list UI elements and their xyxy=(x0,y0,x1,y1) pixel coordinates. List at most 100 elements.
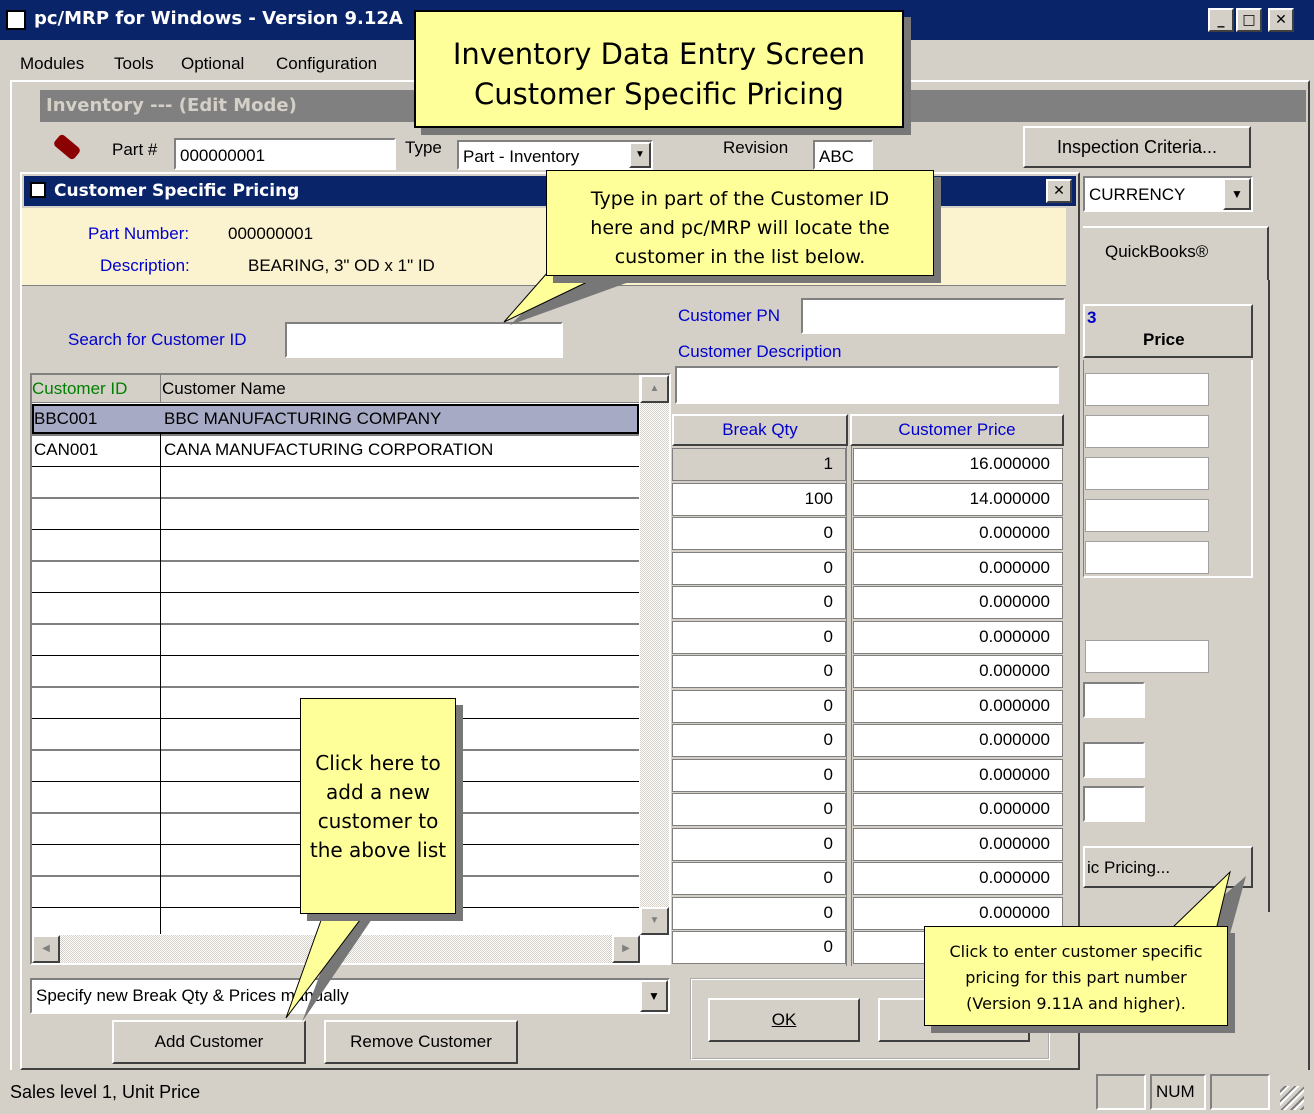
menu-modules[interactable]: Modules xyxy=(20,54,84,74)
customer-price-cell[interactable]: 0.000000 xyxy=(853,793,1063,826)
vertical-scrollbar[interactable]: ▲ ▼ xyxy=(640,375,669,935)
break-qty-cell[interactable]: 0 xyxy=(672,758,846,792)
maximize-button[interactable]: □ xyxy=(1236,8,1262,32)
customer-price-cell[interactable]: 0.000000 xyxy=(853,586,1063,619)
break-qty-cell[interactable]: 0 xyxy=(672,931,846,964)
price-cell[interactable] xyxy=(1085,541,1209,574)
customer-price-cell[interactable]: 0.000000 xyxy=(853,655,1063,688)
field-box[interactable] xyxy=(1083,682,1145,718)
scroll-down-icon[interactable]: ▼ xyxy=(640,907,669,935)
customer-price-cell[interactable]: 0.000000 xyxy=(853,689,1063,723)
resize-grip-icon[interactable] xyxy=(1280,1086,1304,1110)
break-qty-cell[interactable]: 0 xyxy=(672,793,846,826)
customer-price-cell[interactable]: 0.000000 xyxy=(853,551,1063,585)
break-qty-cell[interactable]: 0 xyxy=(672,862,846,895)
chevron-down-icon[interactable]: ▼ xyxy=(629,142,651,168)
col-customer-price[interactable]: Customer Price xyxy=(850,414,1064,446)
field-box[interactable] xyxy=(1083,786,1145,822)
revision-field[interactable]: ABC xyxy=(813,140,873,170)
description-value: BEARING, 3" OD x 1" ID xyxy=(248,256,435,275)
break-qty-cell[interactable]: 0 xyxy=(672,689,846,723)
add-callout-line4: the above list xyxy=(309,838,447,862)
price-cell[interactable] xyxy=(1085,415,1209,448)
break-table-divider xyxy=(846,446,852,966)
col-customer-name[interactable]: Customer Name xyxy=(162,379,286,399)
part-number-label: Part Number: xyxy=(88,224,190,243)
price-cell[interactable] xyxy=(1085,457,1209,490)
menu-configuration[interactable]: Configuration xyxy=(276,54,377,74)
chevron-down-icon[interactable]: ▼ xyxy=(640,980,668,1012)
ok-button[interactable]: OK xyxy=(708,998,860,1042)
search-label: Search for Customer ID xyxy=(68,330,247,349)
part-number-value: 000000001 xyxy=(180,146,266,165)
customer-price-cell[interactable]: 0.000000 xyxy=(853,862,1063,895)
remove-customer-button[interactable]: Remove Customer xyxy=(324,1020,518,1064)
minimize-button[interactable]: _ xyxy=(1208,8,1234,32)
revision-value: ABC xyxy=(819,147,854,166)
break-qty-cell[interactable]: 0 xyxy=(672,551,846,585)
break-qty-cell[interactable]: 1 xyxy=(672,448,846,481)
scroll-left-icon[interactable]: ◀ xyxy=(32,935,60,963)
revision-label: Revision xyxy=(723,138,789,157)
customer-price-cell[interactable]: 0.000000 xyxy=(853,827,1063,861)
customer-price-cell[interactable]: 0.000000 xyxy=(853,517,1063,550)
customer-price-cell[interactable]: 0.000000 xyxy=(853,620,1063,654)
break-qty-cell[interactable]: 0 xyxy=(672,827,846,861)
add-callout-pointer xyxy=(285,911,374,1022)
add-callout-line2: add a new xyxy=(326,780,430,804)
break-qty-cell[interactable]: 0 xyxy=(672,517,846,550)
quickbooks-tab-label: QuickBooks® xyxy=(1105,242,1209,261)
close-window-button[interactable]: ✕ xyxy=(1268,8,1294,32)
break-qty-cell[interactable]: 0 xyxy=(672,896,846,930)
break-qty-cell[interactable]: 0 xyxy=(672,620,846,654)
status-text: Sales level 1, Unit Price xyxy=(10,1082,201,1102)
search-callout-line1: Type in part of the Customer ID xyxy=(590,188,890,210)
currency-value: CURRENCY xyxy=(1089,185,1186,204)
type-value: Part - Inventory xyxy=(463,147,580,166)
break-qty-cell[interactable]: 0 xyxy=(672,724,846,757)
customer-id-cell: BBC001 xyxy=(34,409,98,428)
customer-price-cell[interactable]: 16.000000 xyxy=(853,448,1063,481)
menu-optional[interactable]: Optional xyxy=(181,54,244,74)
chevron-down-icon[interactable]: ▼ xyxy=(1223,178,1251,210)
customer-desc-input[interactable] xyxy=(675,366,1059,404)
part-number-field[interactable]: 000000001 xyxy=(174,138,396,170)
customer-price-cell[interactable]: 14.000000 xyxy=(853,482,1063,516)
add-customer-button[interactable]: Add Customer xyxy=(112,1020,306,1064)
pricing-callout-line2: pricing for this part number xyxy=(965,968,1187,987)
type-dropdown[interactable]: Part - Inventory ▼ xyxy=(457,140,653,170)
inventory-title: Inventory --- (Edit Mode) xyxy=(46,95,297,116)
pricing-callout-line3: (Version 9.11A and higher). xyxy=(966,994,1186,1013)
field-box[interactable] xyxy=(1083,742,1145,778)
menu-tools[interactable]: Tools xyxy=(114,54,154,74)
price-header-prefix: 3 xyxy=(1087,308,1097,327)
table-row[interactable]: BBC001 BBC MANUFACTURING COMPANY xyxy=(32,404,639,434)
inspection-criteria-button[interactable]: Inspection Criteria... xyxy=(1023,126,1251,168)
price-cell[interactable] xyxy=(1085,373,1209,406)
customer-price-cell[interactable]: 0.000000 xyxy=(853,896,1063,930)
customer-pn-input[interactable] xyxy=(801,298,1065,334)
customer-price-cell[interactable]: 0.000000 xyxy=(853,758,1063,792)
col-customer-id[interactable]: Customer ID xyxy=(32,379,127,399)
currency-dropdown[interactable]: CURRENCY ▼ xyxy=(1083,176,1253,212)
quickbooks-tab[interactable]: QuickBooks® xyxy=(1083,226,1269,280)
scroll-up-icon[interactable]: ▲ xyxy=(640,375,669,403)
break-qty-cell[interactable]: 0 xyxy=(672,586,846,619)
status-num: NUM xyxy=(1156,1082,1195,1101)
customer-table-header: Customer ID Customer Name xyxy=(32,375,639,403)
break-qty-cell[interactable]: 0 xyxy=(672,655,846,688)
dialog-close-button[interactable]: ✕ xyxy=(1046,179,1072,203)
scroll-right-icon[interactable]: ▶ xyxy=(612,935,640,963)
field-box[interactable] xyxy=(1085,640,1209,673)
pricing-callout-line1: Click to enter customer specific xyxy=(949,942,1203,961)
break-qty-cell[interactable]: 100 xyxy=(672,482,846,516)
type-label: Type xyxy=(405,138,442,157)
col-break-qty[interactable]: Break Qty xyxy=(672,414,848,446)
customer-price-cell[interactable]: 0.000000 xyxy=(853,724,1063,757)
status-panel xyxy=(1210,1074,1270,1110)
table-row[interactable]: CAN001 CANA MANUFACTURING CORPORATION xyxy=(32,435,639,465)
price-cell[interactable] xyxy=(1085,499,1209,532)
add-callout-line3: customer to xyxy=(317,809,439,833)
search-callout-pointer xyxy=(503,271,640,325)
search-callout-line3: customer in the list below. xyxy=(614,246,866,268)
